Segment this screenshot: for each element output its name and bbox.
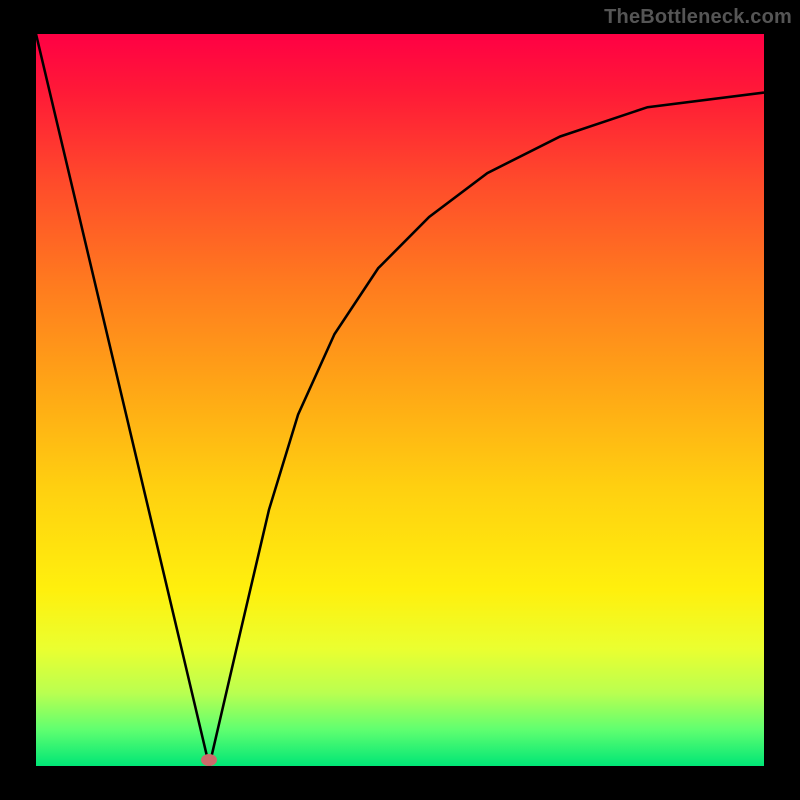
bottleneck-curve <box>36 34 764 766</box>
curve-svg <box>36 34 764 766</box>
watermark-text: TheBottleneck.com <box>604 6 792 29</box>
chart-frame: TheBottleneck.com <box>0 0 800 800</box>
plot-area <box>36 34 764 766</box>
minimum-marker <box>201 754 217 766</box>
